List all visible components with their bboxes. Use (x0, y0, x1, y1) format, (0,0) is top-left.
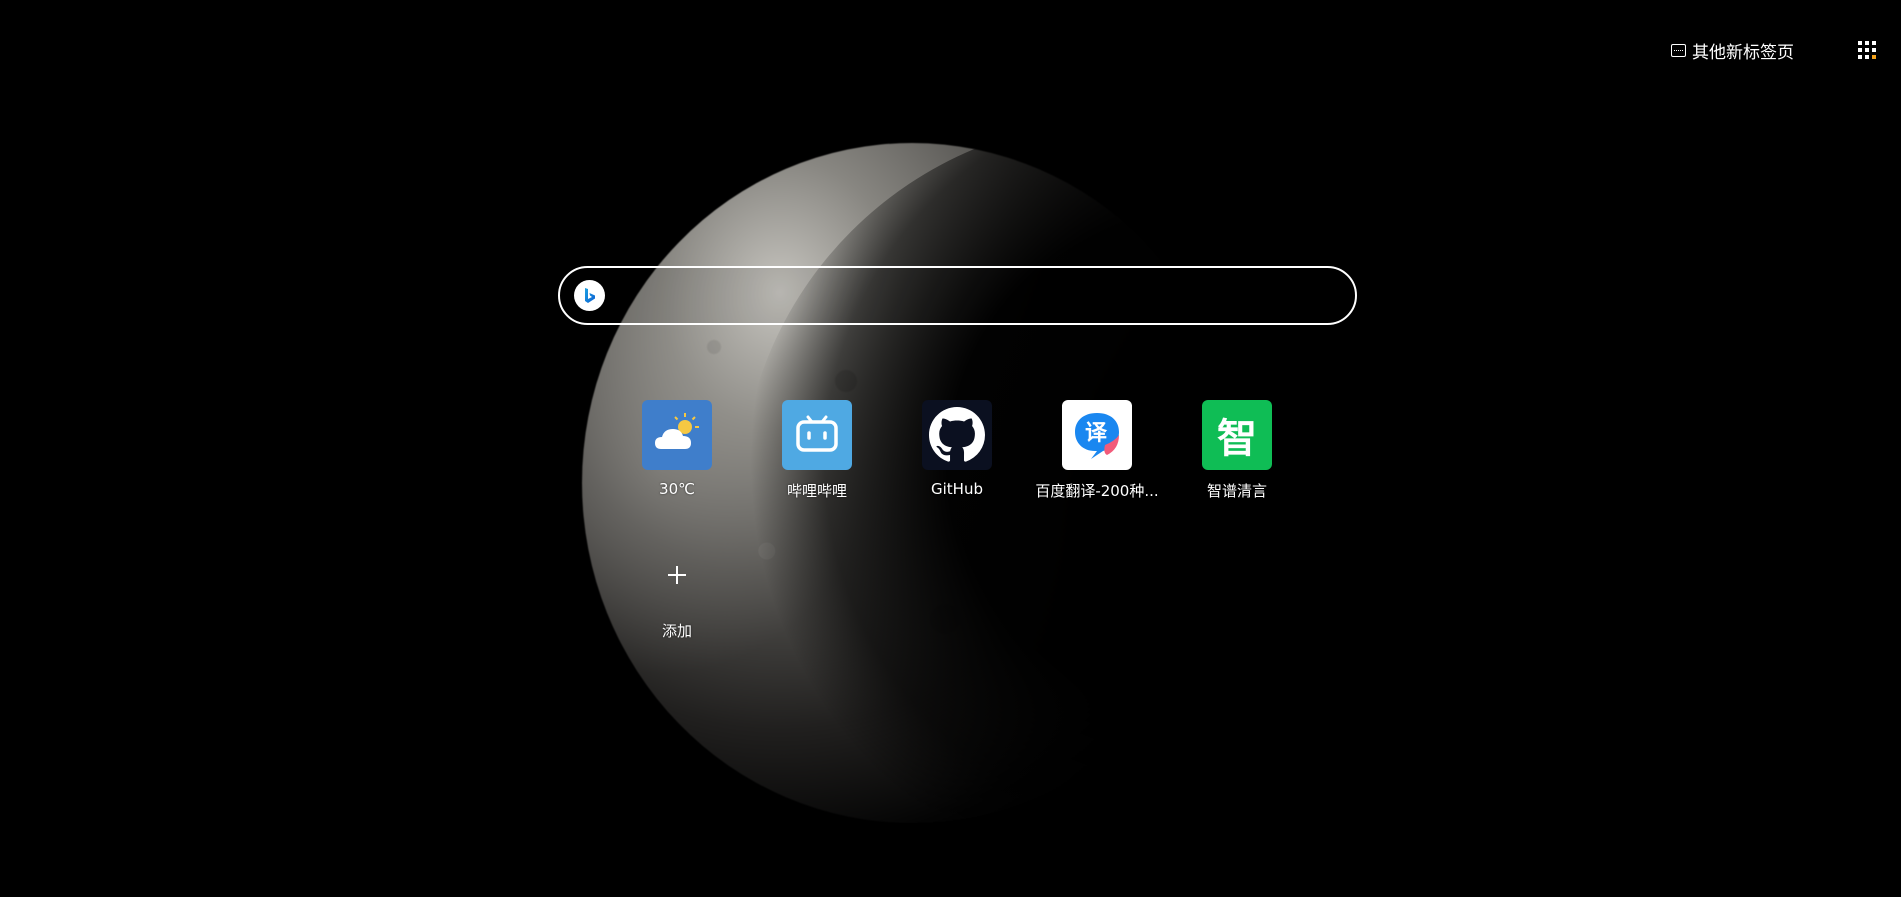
translate-glyph: 译 (1085, 421, 1108, 446)
shortcut-label: GitHub (931, 480, 983, 498)
github-icon (922, 400, 992, 470)
new-tab-page: 其他新标签页 30℃ 哔哩哔哩 GitHub 译 百度翻译-200种... 智 … (0, 0, 1901, 897)
weather-icon (642, 400, 712, 470)
other-newtab-link[interactable]: 其他新标签页 (1671, 38, 1794, 63)
bilibili-icon (782, 400, 852, 470)
add-shortcut-button[interactable]: 添加 (607, 540, 747, 641)
shortcut-weather[interactable]: 30℃ (607, 400, 747, 498)
shortcut-label: 30℃ (659, 480, 695, 498)
other-newtab-label: 其他新标签页 (1692, 43, 1794, 63)
shortcut-label: 哔哩哔哩 (786, 482, 847, 500)
shortcut-github[interactable]: GitHub (887, 400, 1027, 498)
plus-icon (642, 540, 712, 610)
search-box[interactable] (558, 266, 1357, 325)
shortcut-label: 智谱清言 (1206, 482, 1267, 500)
add-shortcut-label: 添加 (661, 622, 692, 640)
shortcut-label: 百度翻译-200种... (1035, 482, 1159, 500)
shortcut-baidu-translate[interactable]: 译 百度翻译-200种... (1027, 400, 1167, 501)
bing-logo-icon[interactable] (574, 280, 605, 311)
shortcut-bilibili[interactable]: 哔哩哔哩 (747, 400, 887, 501)
apps-grid-icon[interactable] (1858, 41, 1876, 59)
newtab-icon (1671, 44, 1686, 57)
search-input[interactable] (605, 268, 1355, 323)
zhipu-icon: 智 (1202, 400, 1272, 470)
shortcut-zhipu[interactable]: 智 智谱清言 (1167, 400, 1307, 501)
baidu-translate-icon: 译 (1062, 400, 1132, 470)
